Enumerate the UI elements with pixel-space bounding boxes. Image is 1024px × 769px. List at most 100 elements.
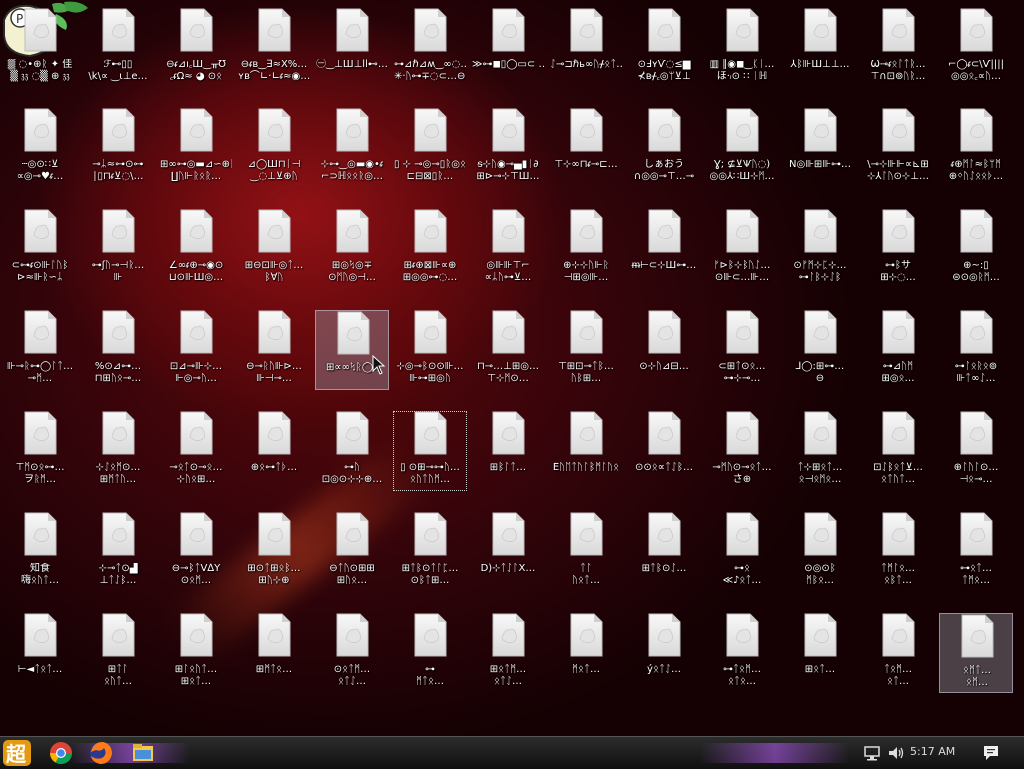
desktop-file-item[interactable]: ⊶ ᛗᛏᛟ… [393,613,467,693]
file-icon [804,310,837,354]
desktop-file-item[interactable]: ⊪⊸ᚱ⊶◯ᛚᛏ… ⊸ᛗ… [3,310,77,390]
desktop-file-item[interactable]: ⊶ᛏᛟᛗ… ᛟᛏᛟ… [705,613,779,693]
desktop-file-item[interactable]: ⊂⊶ᵳ⊙⊪ᛚᚢᛒ ⊳≈⊪ᚱ∽ᛦ [3,209,77,289]
desktop-file-item[interactable]: ◎⊪⊪⊤⌐ ∝ᛦᚢ⊶⊻… [471,209,545,289]
desktop-file-item[interactable]: ℱ⊷▯▯ \k\∝ ‿ι⊥e… [81,8,155,88]
desktop-file-item[interactable]: Ѡ⊸ᵳᛟᛚᛏᚱ… ⊤∩⊡⊚ᚢᚱ… [861,8,935,88]
network-icon[interactable] [862,743,882,763]
desktop-file-item[interactable]: ⊞ᛏᛒ⊙ᛏᛚᛈ… ⊙ᛒᛏ⊞… [393,512,467,592]
desktop-file-item[interactable]: ⊞ᛗᛏᛟ… [237,613,311,693]
desktop-file-item[interactable]: ⊸ᛟᛏ⊙⊸ᛟ… ⊹ᚢᛟ⊞… [159,411,233,491]
desktop-file-item[interactable]: ⊢◄ᛏᛟᛏ… [3,613,77,693]
desktop-file-item[interactable]: ᛏᛚ ᚢᛟᛏ… [549,512,623,592]
desktop-file-item[interactable]: ⊙⊙ᛟ∝ᛏᛇᛒ… [627,411,701,491]
desktop-file-item[interactable]: ┄◎⊙∷⊻ ∝◎⊸♥ᵳ… [3,108,77,188]
desktop-file-item[interactable]: ᚠ⊳ᛒ⊹ᛒᚢᛇ… ⊙⊪⊂…⊪… [705,209,779,289]
desktop-file-item[interactable]: ▯ ⊙⊞⊸⊶ᚢ… ᛟᚢᛏᚢᛗ… [393,411,467,491]
desktop-file-item[interactable]: ᛏᛗᛚᛟ… ᛟᛒᛏ… [861,512,935,592]
chrome-browser-icon[interactable] [48,740,74,766]
taskbar-clock[interactable]: 5:17 AM [910,745,955,758]
desktop-file-item[interactable]: ᵳ⊕ᛗᛚ≈ᛒᛘᛗ ⊕ᛜᚢᛇᛟᛟᚦ… [939,108,1013,188]
desktop-file-item[interactable]: ⊹⊸ᛏ⊙▟ ⊥ᛏᛇᛒ… [81,512,155,592]
desktop-file-item[interactable]: ⊙ᛟᛏᛗ… ᛟᛏᛇ… [315,613,389,693]
desktop-file-item[interactable]: ㊀‿⊥Ш⊥ll⊷… [315,8,389,88]
desktop-file-item[interactable]: ⊸ᛦ≈⊶⊙⊶ ∣▯⊓ᵳ⊻◌\… [81,108,155,188]
desktop-file-item[interactable]: ⊖⊸ᛒᛏV∆Y ⊙ᛟᛗ… [159,512,233,592]
desktop-file-item[interactable]: ▯ ⊹ ⊸◎⊸▯ᚱ◎ᛟ…⊏⊟⊠▯ᚱ… [393,108,467,188]
desktop-file-item[interactable]: ⊙ᚠᛗ⊹ᛈ⊹… ⊶ᛚᛒ⊹ᛇᛒ [783,209,857,289]
desktop-file-item[interactable]: ⊡ᛇᛒᛟᛏ⊻… ᛟᛏᚢᛏ… [861,411,935,491]
desktop-file-item[interactable]: 知食 嗨ᛟᚢᛏ… [3,512,77,592]
desktop-file-item[interactable]: ⊹ᛇᛟᛗ⊙… ⊞ᛗᛏᚢ… [81,411,155,491]
desktop-file-item[interactable]: ⊞⊖⊡⊪◎ᛏ… ᛒ∀ᚢ [237,209,311,289]
desktop-file-item[interactable]: ⊖ᛏᚢ⊙⊞⊞ ⊞ᚢᛟ… [315,512,389,592]
notifications-icon[interactable] [981,743,1001,763]
desktop-file-item[interactable]: ᵴ⊹ᚢ◉⊸▄▮ᛁ∂ ⊞⊳⊸⊹⊤Ш… [471,108,545,188]
desktop-file-item[interactable]: ⊹⊶‿◎▬◉•ᵳ ⌐⊃ℍᛟᛟᚱ◎… [315,108,389,188]
desktop-file-item[interactable]: ⊞ᛒᛚᛏ… [471,411,545,491]
desktop-file-item[interactable]: \⊸⊹⊪⊩∝⊾⊞ ⊹⅄ᛚᚢ⊙⊹⊥… [861,108,935,188]
desktop-file-item[interactable]: D)⊹ᛏᛇᛚX… [471,512,545,592]
desktop-file-item[interactable]: しぁおう ∩◎◎⊸⊤…⊸ [627,108,701,188]
desktop-file-item[interactable]: ⊞ᛏᛚ ᛟᚢᛏ… [81,613,155,693]
file-explorer-icon[interactable] [130,740,156,766]
desktop-file-item[interactable]: ⊹◎⊸ᛒ⊙⊙⊪… ⊪⊶⊞◎ᚢ [393,310,467,390]
desktop-file-item[interactable]: ᛗᛟᛏ… [549,613,623,693]
desktop-file-item[interactable]: ᛟᛗᛏ… ᛟᛗ… [939,613,1013,693]
desktop-file-item[interactable]: ýᛟᛏᛇ… [627,613,701,693]
desktop-file-item[interactable]: ⊶ᚢ ⊡◎⊙⊹⊹⊕… [315,411,389,491]
desktop-file-item[interactable]: Êᚢᛖᛏᚢᛚᛒᛗᛚᚢᛟ [549,411,623,491]
desktop-file-item[interactable]: ⊶⊿ᚢᛗ ⊞◎ᛟ… [861,310,935,390]
desktop-file-item[interactable]: ⊶ᛒサ ⊞⊹◌… [861,209,935,289]
desktop-file-item[interactable]: ⊸ᛗᚢ⊙⊸ᛟᛏ… さ⊕ [705,411,779,491]
desktop-file-item[interactable]: ⊶ᛚᛟᚱᛟ⊚ ⊪ᛏ∞ᛇ… [939,310,1013,390]
desktop-file-item[interactable]: ⌐◯ᵳ⊂\Ѵ|||| ◎◎ᛟ꜀∝ᚢ… [939,8,1013,88]
desktop-file-item[interactable]: ⊞ᛏᛒ⊙ᛇ… [627,512,701,592]
desktop-file-item[interactable]: ⊶ʃᚢ⊸⊣ᚱ… ⊪ [81,209,155,289]
desktop-file-item[interactable]: ⊙◎⊙ᛒ ᛗᛒᛟ… [783,512,857,592]
desktop-file-item[interactable]: ⊖ᵳ⊿ı꜀Ш‿ᚂƱ ꜀ᵳΩ≈ ◕ ⊙ᛟ [159,8,233,88]
start-menu-icon[interactable]: 超 [2,739,32,767]
desktop-file-item[interactable]: ⊖⊸ᚱᚢ⊪⊳… ⊪⊣⊸… [237,310,311,390]
desktop-file-item[interactable]: ▥ ∥◉◼‿ᛕᛁ… ほ·ᵢ⊙ ∷ ᛁℍ [705,8,779,88]
desktop-file-item[interactable]: ⊿◯Ш⊓ᛁ⊣ ‿◌⊥⊻⊕ᚢ [237,108,311,188]
desktop-file-item[interactable]: ⊞ᛟᛏ… [783,613,857,693]
desktop-file-item[interactable]: ⊞∝∞ᛪᚱ◯A [315,310,389,390]
desktop-file-item[interactable]: ⊕∼:▯ ⊜⊙◎ᚱᛗ… [939,209,1013,289]
desktop-file-item[interactable]: ⊞∞⊶◎▬⊿∽⊕ᚱ ∐ᚢ⊩ᚱᛟᚱ… [159,108,233,188]
desktop-file-item[interactable]: ⊓⊸…⊥⊞◎… ⊤⊹ᛗ⊙… [471,310,545,390]
desktop-file-item[interactable]: ⊖ᵳʙ‿∃≈Х%… ʏʙ⌒∟·∟ᵳ≈◉… [237,8,311,88]
desktop-file-item[interactable]: %⊙⊿⊶… ⊓⊞ᚢᛟ⊸… [81,310,155,390]
desktop-file-item[interactable]: ⅄ᛒ⊪Ш⊥⊥… [783,8,857,88]
desktop-file-item[interactable]: ⊞⊙ᛏ⊞ᛟᛒ… ⊞ᚢ⊹⊕ [237,512,311,592]
desktop-file-item[interactable]: ⊂⊞ᛏ⊙ᛟ… ⊶⊹⊸… [705,310,779,390]
desktop-file-item[interactable]: ⊞◎ᛪ◎∓ ⊙ᛗᚢ◎⊣… [315,209,389,289]
desktop-file-item[interactable]: Ɣ; ⊈⊻Ѱᚢ◌) ◎◎⅄∷Ш⊹ᛗ… [705,108,779,188]
desktop-file-item[interactable]: ᛏ⊹⊞ᛟᛏ… ᛟ⊣ᛟᛗᛟ… [783,411,857,491]
volume-icon[interactable] [886,743,906,763]
desktop-file-item[interactable]: ⊙ℲʏѶ◌≤▆ ⊀ʙᚋ꜀◎ᛘ⊻⊥ [627,8,701,88]
desktop-file-item[interactable]: ⊞ᛟᛏᛗ… ᛟᛏᛇ… [471,613,545,693]
desktop-file-item[interactable]: ▒ ◌•⊕ᚱ ✦ 佳 ▒ 𝔷𝔷 ◌▒ ⊕ 𝔷𝔷 [3,8,77,88]
desktop-file-item[interactable]: ⅃◯:⊞⊶… ⊖ [783,310,857,390]
desktop-file-item[interactable]: ⊡⊿⊸⊪⊹… ⊩◎⊸ᚢ… [159,310,233,390]
desktop-file-item[interactable]: ⊞ᵳ⊕⊠⊪∝⊕ ⊞◎◎⊶◌… [393,209,467,289]
desktop-file-item[interactable]: ⊕ᛟ⊶ᛏᚦ… [237,411,311,491]
desktop-file-item[interactable]: ⊤⊞⊡⊸ᛏᛒ… ᚢᛒ⊞… [549,310,623,390]
desktop-file-item[interactable]: ⊶ᛟᛏ… ᛏᛗᛟ… [939,512,1013,592]
desktop-file-item[interactable]: ⊕⊹⊹ᚢ⊩ᚱ ⊣⊞◎⊪… [549,209,623,289]
desktop-file-item[interactable]: ⊞ᛚᛟᚢᛏ… ⊞ᛟᛏ… [159,613,233,693]
desktop-file-item[interactable]: ⊙⊹ᚢ⊿⊟… [627,310,701,390]
desktop-file-item[interactable]: ⊕ᛚᚢᛚ⊙… ⊣ᛟ⊸… [939,411,1013,491]
desktop-file-item[interactable]: ⊶⊿ℏ⊿ʍ‿∞◌…✳·ᚢ⊶∓◌⊂…⊖… [393,8,467,88]
desktop-file-item[interactable]: ᛏᛟᛗ… ᛟᛏ… [861,613,935,693]
desktop-file-item[interactable]: ≫⊶◼▯◯▭⊂ … [471,8,545,88]
desktop-file-item[interactable]: ⊤⊹∞⊓ᵳ⊸⊏… [549,108,623,188]
desktop-file-item[interactable]: ⊶ᛟ ≪♪ᛟᛏ… [705,512,779,592]
desktop-file-item[interactable]: Ν◎⊪⊞⊪⊶… [783,108,857,188]
firefox-browser-icon[interactable] [88,740,114,766]
desktop-file-item[interactable]: ⊤ᛗ⊙ᛟ⊶… ヲᚱᛗ… [3,411,77,491]
desktop-file-item[interactable]: ᵯ⊢⊂⊹Ш⊶… [627,209,701,289]
desktop-file-item[interactable]: ∠∞ᵳ⊕⊸◉⊙ ⊔⊙⊪Ш◎… [159,209,233,289]
desktop-file-item[interactable]: ᛇ⊸⊐ℏь∞ᚢᚋᛟᛏ… [549,8,623,88]
